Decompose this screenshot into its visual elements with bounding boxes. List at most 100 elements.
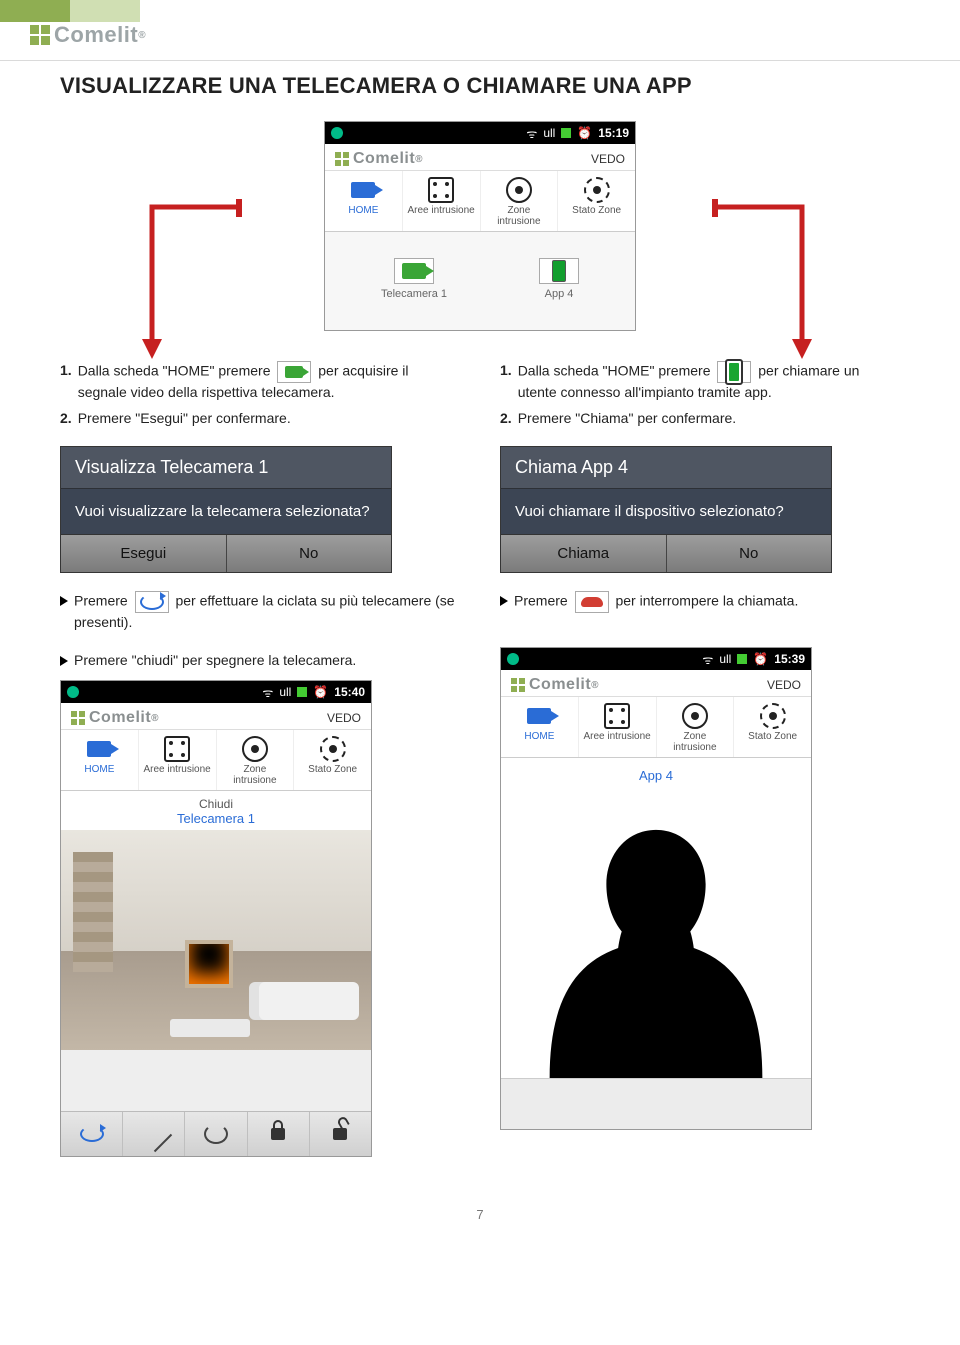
app-bar: Comelit® VEDO bbox=[325, 144, 635, 171]
top-color-bar bbox=[0, 0, 960, 22]
clock-text: 15:19 bbox=[598, 126, 629, 140]
camera-icon bbox=[351, 182, 375, 198]
dialog-title: Chiama App 4 bbox=[501, 447, 831, 489]
left-bullet1: Premere per effettuare la ciclata su più… bbox=[60, 591, 460, 633]
wifi-icon: ᯤ bbox=[262, 684, 273, 701]
signal-icon: ull bbox=[719, 652, 731, 666]
tab-zone[interactable]: Zone intrusione bbox=[657, 697, 735, 757]
dialog-no-button[interactable]: No bbox=[667, 535, 832, 572]
right-bullet1: Premere per interrompere la chiamata. bbox=[500, 591, 900, 613]
status-dot-icon bbox=[67, 686, 79, 698]
status-dot-icon bbox=[331, 127, 343, 139]
tab-stato-zone[interactable]: Stato Zone bbox=[558, 171, 635, 231]
app-bar: Comelit® VEDO bbox=[61, 703, 371, 730]
areas-icon bbox=[604, 703, 630, 729]
triangle-bullet-icon bbox=[60, 596, 68, 606]
tab-home[interactable]: HOME bbox=[61, 730, 139, 790]
tab-zone[interactable]: Zone intrusione bbox=[481, 171, 559, 231]
call-view: App 4 bbox=[501, 758, 811, 1078]
dialog-title: Visualizza Telecamera 1 bbox=[61, 447, 391, 489]
clock-text: 15:40 bbox=[334, 685, 365, 699]
tab-bar: HOME Aree intrusione Zone intrusione Sta… bbox=[501, 697, 811, 758]
left-step2: 2. Premere "Esegui" per confermare. bbox=[60, 409, 460, 429]
section-title: VISUALIZZARE UNA TELECAMERA O CHIAMARE U… bbox=[60, 73, 900, 99]
launch-app[interactable]: App 4 bbox=[539, 258, 579, 318]
zones-icon bbox=[506, 177, 532, 203]
left-phone2: ᯤ ull ⏰ 15:40 Comelit® VEDO bbox=[60, 680, 372, 1157]
top-phone-mock: ᯤ ull ⏰ 15:19 Comelit® VEDO HOME bbox=[324, 121, 636, 331]
profile-label: VEDO bbox=[767, 678, 801, 692]
cycle-button[interactable] bbox=[61, 1112, 123, 1156]
lock-open-icon bbox=[333, 1128, 347, 1140]
launch-telecamera[interactable]: Telecamera 1 bbox=[381, 258, 447, 318]
areas-icon bbox=[164, 736, 190, 762]
brand-text: Comelit bbox=[54, 22, 138, 48]
tab-home[interactable]: HOME bbox=[501, 697, 579, 757]
brand-logo: Comelit® bbox=[30, 22, 146, 48]
arrow-right bbox=[692, 199, 842, 369]
camera-button-icon bbox=[277, 361, 311, 383]
camera-icon bbox=[527, 708, 551, 724]
alarm-icon: ⏰ bbox=[313, 685, 328, 699]
alarm-icon: ⏰ bbox=[753, 652, 768, 666]
lock-open-button[interactable] bbox=[310, 1112, 371, 1156]
cycle-button-icon bbox=[135, 591, 169, 613]
siren-icon bbox=[204, 1124, 228, 1144]
tab-home[interactable]: HOME bbox=[325, 171, 403, 231]
profile-label: VEDO bbox=[591, 152, 625, 166]
clock-text: 15:39 bbox=[774, 652, 805, 666]
call-toolbar bbox=[501, 1078, 811, 1129]
tab-bar: HOME Aree intrusione Zone intrusione Sta… bbox=[61, 730, 371, 791]
tab-aree[interactable]: Aree intrusione bbox=[139, 730, 217, 790]
triangle-bullet-icon bbox=[500, 596, 508, 606]
profile-label: VEDO bbox=[327, 711, 361, 725]
battery-icon bbox=[737, 654, 747, 664]
tab-aree[interactable]: Aree intrusione bbox=[579, 697, 657, 757]
camera-icon bbox=[402, 263, 426, 279]
dialog-no-button[interactable]: No bbox=[227, 535, 392, 572]
cycle-icon bbox=[80, 1126, 104, 1142]
zones-icon bbox=[242, 736, 268, 762]
status-bar: ᯤ ull ⏰ 15:40 bbox=[61, 681, 371, 703]
mute-button[interactable] bbox=[123, 1112, 185, 1156]
left-column: 1. Dalla scheda "HOME" premere per acqui… bbox=[60, 355, 460, 1157]
page-header: Comelit® bbox=[0, 22, 960, 61]
camera-feed-image bbox=[61, 830, 371, 1050]
hangup-button-icon bbox=[575, 591, 609, 613]
zones-icon bbox=[682, 703, 708, 729]
brand-logo-small: Comelit® bbox=[71, 709, 159, 727]
battery-icon bbox=[297, 687, 307, 697]
app-bar: Comelit® VEDO bbox=[501, 670, 811, 697]
camera-view: Chiudi Telecamera 1 bbox=[61, 791, 371, 1111]
brand-logo-small: Comelit® bbox=[335, 150, 423, 168]
zone-status-icon bbox=[584, 177, 610, 203]
tab-stato-zone[interactable]: Stato Zone bbox=[294, 730, 371, 790]
lock-icon bbox=[271, 1128, 285, 1140]
lock-closed-button[interactable] bbox=[248, 1112, 310, 1156]
tab-bar: HOME Aree intrusione Zone intrusione Sta… bbox=[325, 171, 635, 232]
left-bullet2: Premere "chiudi" per spegnere la telecam… bbox=[60, 651, 460, 671]
camera-toolbar bbox=[61, 1111, 371, 1156]
camera-icon bbox=[87, 741, 111, 757]
alarm-icon: ⏰ bbox=[577, 126, 592, 140]
dialog-esegui-button[interactable]: Esegui bbox=[61, 535, 227, 572]
phone-icon bbox=[552, 260, 566, 282]
status-bar: ᯤ ull ⏰ 15:39 bbox=[501, 648, 811, 670]
dialog-body: Vuoi chiamare il dispositivo selezionato… bbox=[501, 489, 831, 534]
tab-zone[interactable]: Zone intrusione bbox=[217, 730, 295, 790]
areas-icon bbox=[428, 177, 454, 203]
siren-button[interactable] bbox=[185, 1112, 247, 1156]
dialog-chiama: Chiama App 4 Vuoi chiamare il dispositiv… bbox=[500, 446, 832, 573]
zone-status-icon bbox=[760, 703, 786, 729]
dialog-body: Vuoi visualizzare la telecamera selezion… bbox=[61, 489, 391, 534]
triangle-bullet-icon bbox=[60, 656, 68, 666]
tab-stato-zone[interactable]: Stato Zone bbox=[734, 697, 811, 757]
status-dot-icon bbox=[507, 653, 519, 665]
chiudi-label[interactable]: Chiudi bbox=[61, 791, 371, 811]
zone-status-icon bbox=[320, 736, 346, 762]
tab-aree[interactable]: Aree intrusione bbox=[403, 171, 481, 231]
battery-icon bbox=[561, 128, 571, 138]
signal-icon: ull bbox=[543, 126, 555, 140]
dialog-chiama-button[interactable]: Chiama bbox=[501, 535, 667, 572]
wifi-icon: ᯤ bbox=[702, 651, 713, 668]
